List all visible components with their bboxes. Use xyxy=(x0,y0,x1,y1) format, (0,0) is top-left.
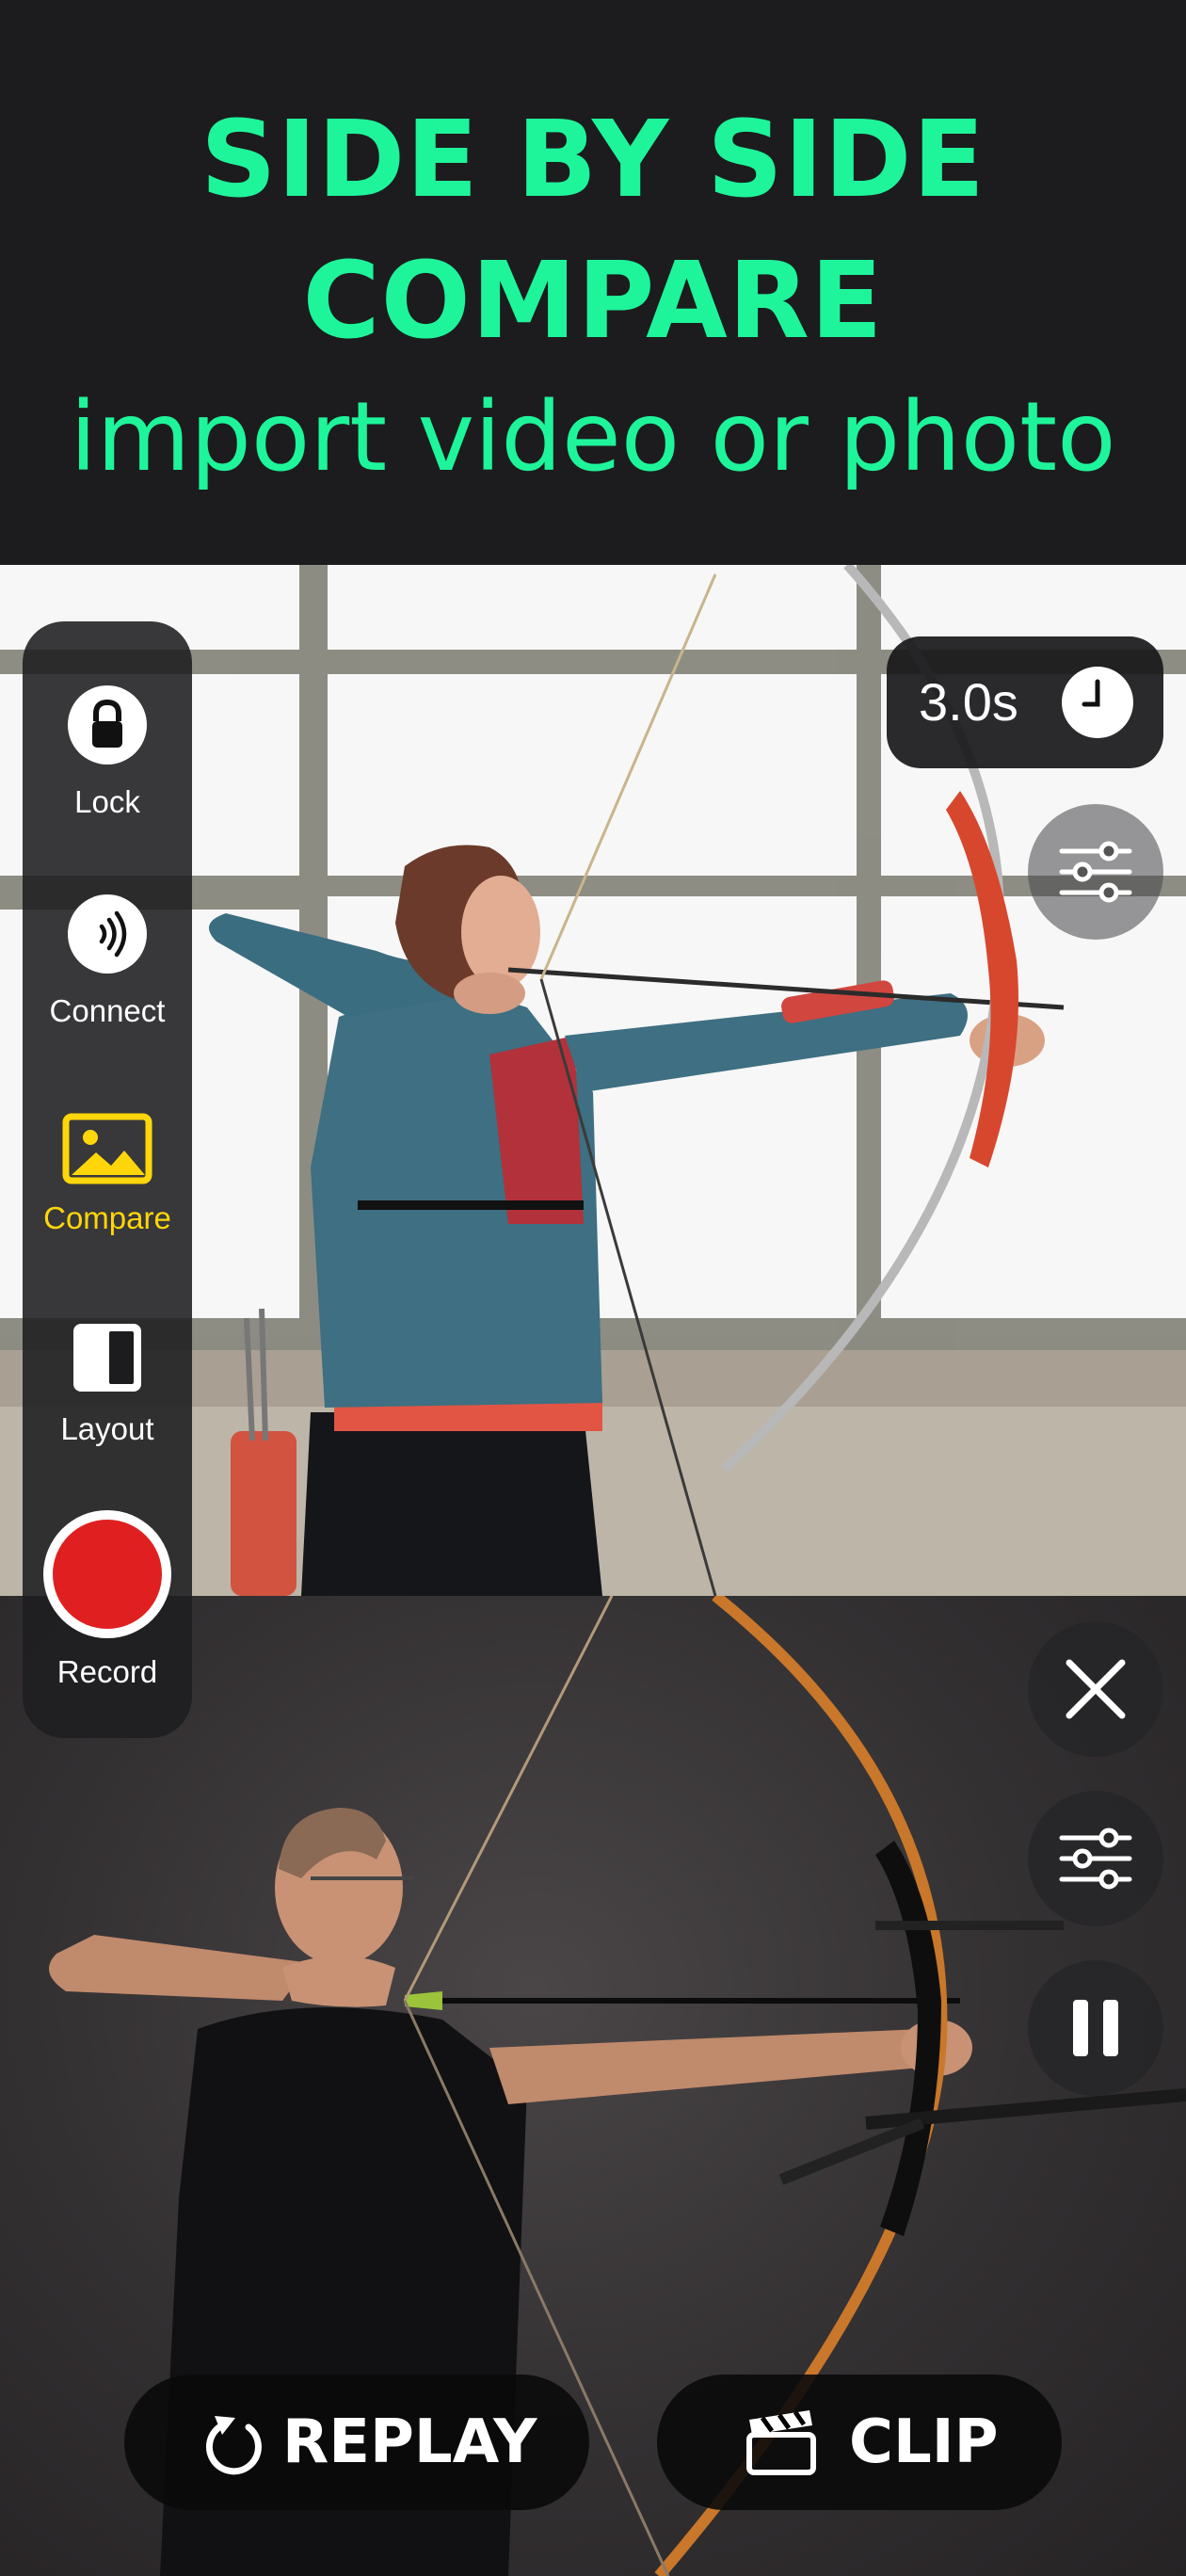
close-icon xyxy=(1066,1659,1126,1719)
record-button[interactable] xyxy=(43,1510,171,1638)
rail-item-label: Record xyxy=(56,1654,158,1689)
rail-item-label: Lock xyxy=(74,784,140,819)
promo-header: SIDE BY SIDE COMPARE import video or pho… xyxy=(0,0,1186,565)
rail-item-lock[interactable]: Lock xyxy=(23,685,192,827)
rail-item-connect[interactable]: Connect xyxy=(23,894,192,1036)
pause-icon xyxy=(1073,2000,1118,2056)
clock-icon xyxy=(1062,667,1133,738)
clip-label: CLIP xyxy=(849,2407,999,2477)
connect-icon xyxy=(68,894,147,974)
rail-item-label: Layout xyxy=(60,1411,154,1446)
bottom-adjust-button[interactable] xyxy=(1028,1791,1163,1926)
tool-rail: Lock Connect Compare Layout Record xyxy=(23,621,192,1738)
sliders-icon xyxy=(1059,1827,1132,1890)
replay-label: REPLAY xyxy=(282,2407,537,2477)
replay-icon xyxy=(205,2416,262,2475)
headline-line-1: SIDE BY SIDE xyxy=(200,99,986,221)
headline-subtitle: import video or photo xyxy=(70,381,1116,493)
replay-button[interactable]: REPLAY xyxy=(124,2375,589,2510)
rail-item-label: Compare xyxy=(43,1200,171,1235)
sliders-icon xyxy=(1059,841,1132,903)
pause-button[interactable] xyxy=(1028,1960,1163,2096)
timer-button[interactable]: 3.0s xyxy=(887,636,1163,768)
rail-item-compare[interactable]: Compare xyxy=(23,1102,192,1252)
rail-item-layout[interactable]: Layout xyxy=(23,1312,192,1463)
headline-line-2: COMPARE xyxy=(302,240,884,362)
timer-value: 3.0s xyxy=(919,672,1018,732)
lock-icon xyxy=(68,685,147,765)
top-adjust-button[interactable] xyxy=(1028,804,1163,940)
clapperboard-icon xyxy=(746,2410,816,2475)
rail-item-label: Connect xyxy=(49,993,166,1028)
clip-button[interactable]: CLIP xyxy=(657,2375,1062,2510)
close-pane-button[interactable] xyxy=(1028,1621,1163,1757)
photo-icon xyxy=(62,1113,152,1184)
split-layout-icon xyxy=(73,1324,141,1392)
rail-item-record[interactable]: Record xyxy=(23,1510,192,1708)
record-dot xyxy=(53,1520,162,1629)
